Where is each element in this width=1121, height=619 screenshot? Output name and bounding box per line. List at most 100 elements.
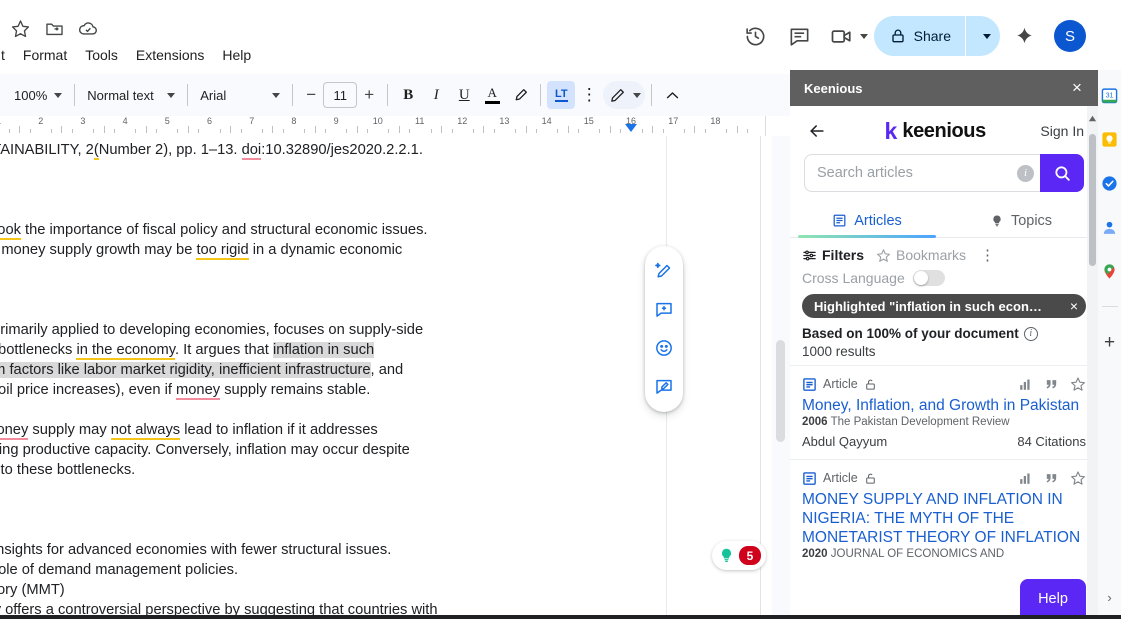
search-button[interactable] bbox=[1040, 154, 1084, 192]
document-line[interactable]: prescription for fixed money supply grow… bbox=[0, 240, 665, 260]
filters-button[interactable]: Filters bbox=[802, 247, 864, 263]
document-line[interactable]: tural issues by boosting productive capa… bbox=[0, 440, 665, 460]
google-calendar-icon[interactable]: 31 bbox=[1101, 86, 1119, 104]
magic-pen-icon[interactable] bbox=[651, 258, 677, 284]
star-icon[interactable] bbox=[10, 18, 30, 38]
highlight-color-button[interactable] bbox=[506, 81, 534, 109]
tab-topics[interactable]: Topics bbox=[944, 204, 1098, 237]
document-line[interactable]: raints and structural bottlenecks in the… bbox=[0, 340, 665, 360]
google-contacts-icon[interactable] bbox=[1101, 218, 1119, 236]
paragraph-style-selector[interactable]: Normal text bbox=[81, 81, 181, 109]
article-card[interactable]: ArticleMoney, Inflation, and Growth in P… bbox=[790, 365, 1098, 459]
info-icon[interactable]: i bbox=[1024, 327, 1038, 341]
scroll-up-arrow-icon[interactable] bbox=[1088, 110, 1097, 119]
hide-menus-button[interactable] bbox=[658, 81, 686, 109]
document-text[interactable]: NOMICS AND SUSTAINABILITY, 2(Number 2), … bbox=[0, 140, 665, 619]
cross-language-label: Cross Language bbox=[802, 270, 905, 286]
document-line[interactable]: omies can result from factors like labor… bbox=[0, 360, 665, 380]
highlight-chip[interactable]: Highlighted "inflation in such econ… × bbox=[802, 294, 1086, 318]
menu-item-tools[interactable]: Tools bbox=[76, 44, 127, 66]
move-to-folder-icon[interactable] bbox=[44, 18, 64, 38]
add-comment-icon[interactable] bbox=[651, 297, 677, 323]
font-selector[interactable]: Arial bbox=[194, 81, 286, 109]
panel-scrollbar-track[interactable] bbox=[1087, 106, 1098, 619]
version-history-icon[interactable] bbox=[736, 16, 776, 56]
stats-icon[interactable] bbox=[1018, 471, 1033, 486]
stats-icon[interactable] bbox=[1018, 377, 1033, 392]
document-line[interactable]: ucturalist Theory bbox=[0, 300, 665, 320]
cross-language-toggle[interactable] bbox=[913, 270, 945, 286]
document-line[interactable]: NOMICS AND SUSTAINABILITY, 2(Number 2), … bbox=[0, 140, 665, 160]
article-title[interactable]: MONEY SUPPLY AND INFLATION IN NIGERIA: T… bbox=[802, 490, 1086, 547]
google-keep-icon[interactable] bbox=[1101, 130, 1119, 148]
document-line[interactable]: etarists tend to overlook the importance… bbox=[0, 220, 665, 240]
panel-scrollbar-thumb[interactable] bbox=[1089, 134, 1096, 266]
document-line[interactable]: odern Monetary Theory (MMT) bbox=[0, 580, 665, 600]
tab-articles[interactable]: Articles bbox=[790, 204, 944, 237]
document-line[interactable]: deremphasizes the role of demand managem… bbox=[0, 560, 665, 580]
suggest-edit-icon[interactable] bbox=[651, 374, 677, 400]
gemini-sparkle-icon[interactable] bbox=[1004, 16, 1044, 56]
decrease-font-size-button[interactable]: − bbox=[299, 83, 323, 107]
languagetool-button[interactable]: LT bbox=[547, 81, 575, 109]
sign-in-link[interactable]: Sign In bbox=[1040, 123, 1084, 139]
menu-item-format[interactable]: Format bbox=[14, 44, 76, 66]
cross-language-row: Cross Language bbox=[790, 266, 1098, 290]
back-icon[interactable] bbox=[804, 118, 830, 144]
ruler-number: 17 bbox=[668, 116, 678, 126]
document-line[interactable]: ations: bbox=[0, 500, 665, 520]
document-line[interactable]: onment. bbox=[0, 260, 665, 280]
article-card[interactable]: ArticleMONEY SUPPLY AND INFLATION IN NIG… bbox=[790, 459, 1098, 570]
cite-quote-icon[interactable] bbox=[1044, 471, 1059, 486]
font-size-input[interactable]: 11 bbox=[323, 82, 357, 108]
document-line[interactable]: structuralist theory, primarily applied … bbox=[0, 320, 665, 340]
emoji-reaction-icon[interactable] bbox=[651, 335, 677, 361]
grammarly-badge[interactable]: 5 bbox=[712, 541, 766, 570]
italic-button[interactable]: I bbox=[422, 81, 450, 109]
close-icon[interactable]: × bbox=[1066, 77, 1088, 99]
document-line[interactable]: s view, increasing money supply may not … bbox=[0, 420, 665, 440]
google-maps-icon[interactable] bbox=[1101, 262, 1119, 280]
help-button[interactable]: Help bbox=[1020, 579, 1086, 619]
document-page[interactable]: NOMICS AND SUSTAINABILITY, 2(Number 2), … bbox=[0, 136, 666, 619]
cite-quote-icon[interactable] bbox=[1044, 377, 1059, 392]
meet-call-button[interactable] bbox=[824, 16, 870, 56]
increase-font-size-button[interactable]: + bbox=[357, 83, 381, 107]
meet-caret-icon[interactable] bbox=[860, 34, 868, 39]
bookmark-star-icon[interactable] bbox=[1070, 376, 1086, 392]
bold-button[interactable]: B bbox=[394, 81, 422, 109]
document-line[interactable]: heory offers limited insights for advanc… bbox=[0, 540, 665, 560]
ruler-indent-marker[interactable] bbox=[625, 124, 637, 132]
cloud-saved-icon[interactable] bbox=[78, 18, 98, 38]
info-icon[interactable]: i bbox=[1017, 165, 1034, 182]
bookmark-star-icon[interactable] bbox=[1070, 470, 1086, 486]
add-app-icon[interactable]: + bbox=[1104, 333, 1115, 352]
share-button[interactable]: Share bbox=[874, 16, 1000, 56]
underline-button[interactable]: U bbox=[450, 81, 478, 109]
document-scrollbar-track[interactable] bbox=[772, 136, 790, 619]
collapse-rail-icon[interactable]: › bbox=[1107, 590, 1111, 605]
document-line[interactable]: nal shocks (such as oil price increases)… bbox=[0, 380, 665, 400]
article-title[interactable]: Money, Inflation, and Growth in Pakistan bbox=[802, 396, 1086, 415]
kebab-menu-icon[interactable]: ⋮ bbox=[980, 246, 995, 264]
zoom-selector[interactable]: 100% bbox=[8, 81, 68, 109]
search-input[interactable] bbox=[817, 165, 1017, 181]
document-line[interactable]: ations: bbox=[0, 180, 665, 200]
avatar[interactable]: S bbox=[1054, 20, 1086, 52]
document-scrollbar-thumb[interactable] bbox=[776, 340, 785, 442]
comments-icon[interactable] bbox=[780, 16, 820, 56]
search-box[interactable]: i bbox=[804, 154, 1040, 192]
menu-item-extensions[interactable]: Extensions bbox=[127, 44, 213, 66]
share-main[interactable]: Share bbox=[874, 16, 965, 56]
google-tasks-icon[interactable] bbox=[1101, 174, 1119, 192]
more-options-button[interactable]: ⋮ bbox=[575, 81, 603, 109]
document-line[interactable]: e money supply due to these bottlenecks. bbox=[0, 460, 665, 480]
editing-mode-button[interactable] bbox=[603, 81, 645, 109]
menu-item-0[interactable]: t bbox=[0, 44, 14, 66]
highlight-chip-close-icon[interactable]: × bbox=[1070, 298, 1078, 314]
share-caret-icon[interactable] bbox=[966, 16, 1000, 56]
article-results-list[interactable]: ArticleMoney, Inflation, and Growth in P… bbox=[790, 365, 1098, 570]
bookmarks-button[interactable]: Bookmarks bbox=[876, 247, 966, 263]
menu-item-help[interactable]: Help bbox=[213, 44, 260, 66]
text-color-button[interactable]: A bbox=[478, 81, 506, 109]
